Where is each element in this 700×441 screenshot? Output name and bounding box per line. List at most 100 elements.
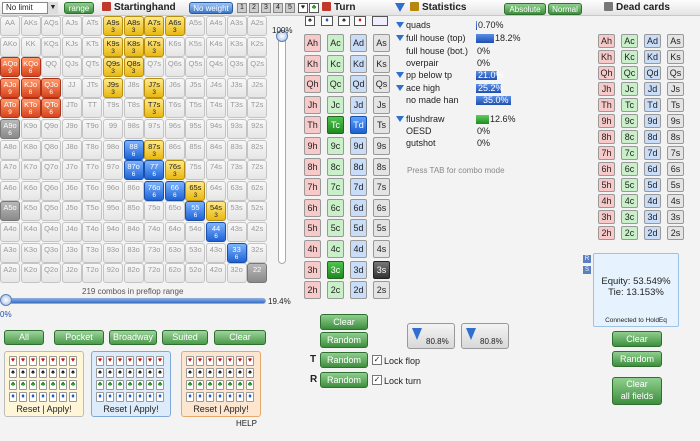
hand-cell[interactable]: KQo 6: [20, 57, 41, 78]
hand-cell[interactable]: K7s 3: [144, 36, 165, 57]
stat-row[interactable]: ace high 25.2%: [396, 83, 592, 94]
hand-cell[interactable]: K4o: [20, 222, 41, 242]
preset-panel-1[interactable]: Reset | Apply! ♥ ♥ ♥ ♥ ♥ ♥ ♥ ♠ ♠ ♠ ♠ ♠ ♠ ♠ ♣ ♣ ♣ ♣ ♣ ♣ ♣ ♦ ♦ ♦ ♦…: [4, 351, 84, 417]
hand-cell[interactable]: 66 6: [164, 180, 185, 201]
hand-cell[interactable]: 42o: [206, 263, 226, 284]
hand-cell[interactable]: K9s 3: [103, 36, 123, 57]
hand-cell[interactable]: 55 6: [185, 201, 206, 222]
hand-cell[interactable]: A7s 3: [144, 16, 165, 36]
preset-suit-icon[interactable]: ♦: [19, 392, 27, 402]
spade-suit-icon[interactable]: ♠: [305, 16, 315, 26]
filter-icon[interactable]: [396, 22, 404, 28]
filter-b-button[interactable]: 80.8%: [461, 323, 509, 349]
preset-suit-icon[interactable]: ♠: [39, 368, 47, 378]
preset-suit-icon[interactable]: ♦: [216, 392, 224, 402]
hand-cell[interactable]: 73o: [144, 242, 165, 263]
preset-suit-icon[interactable]: ♣: [116, 380, 124, 390]
turn-card-8h[interactable]: 8h: [304, 157, 321, 176]
hand-cell[interactable]: Q7s: [144, 57, 165, 78]
hand-cell[interactable]: Q5o: [41, 201, 62, 222]
hand-cell[interactable]: 42s: [247, 222, 268, 242]
tab-5[interactable]: 5: [285, 3, 295, 13]
turn-card-3s[interactable]: 3s: [373, 260, 390, 279]
stat-row[interactable]: flushdraw 12.6%: [396, 114, 592, 125]
dead-card-5c[interactable]: 5c: [621, 178, 638, 192]
hand-cell[interactable]: 52s: [247, 201, 268, 222]
preset-suit-icon[interactable]: ♠: [96, 368, 104, 378]
preset-suit-icon[interactable]: ♠: [69, 368, 77, 378]
preset-suit-icon[interactable]: ♣: [216, 380, 224, 390]
stat-row[interactable]: pp below tp 21.0%: [396, 70, 592, 81]
hand-cell[interactable]: 96o: [103, 180, 123, 201]
hand-cell[interactable]: K2o: [20, 263, 41, 284]
dead-card-5h[interactable]: 5h: [598, 178, 615, 192]
hand-cell[interactable]: J9o: [61, 119, 82, 139]
hand-cell[interactable]: 32s: [247, 242, 268, 263]
hand-cell[interactable]: T3o: [82, 242, 103, 263]
preset-suit-icon[interactable]: ♦: [59, 392, 67, 402]
hand-cell[interactable]: QJo 6: [41, 77, 62, 98]
hand-cell[interactable]: AJs: [61, 16, 82, 36]
hand-cell[interactable]: J6o: [61, 180, 82, 201]
turn-card-2s[interactable]: 2s: [373, 281, 390, 300]
hand-cell[interactable]: J6s: [164, 77, 185, 98]
dead-card-Ah[interactable]: Ah: [598, 34, 615, 48]
hand-cell[interactable]: J4s: [206, 77, 226, 98]
preset-suit-icon[interactable]: ♣: [39, 380, 47, 390]
hand-cell[interactable]: K2s: [247, 36, 268, 57]
turn-card-5s[interactable]: 5s: [373, 219, 390, 238]
hand-cell[interactable]: 82o: [123, 263, 144, 284]
stat-row[interactable]: full house (top) 18.2%: [396, 33, 592, 44]
hand-cell[interactable]: 65s 3: [185, 180, 206, 201]
preset-suit-icon[interactable]: ♥: [9, 356, 17, 366]
hand-cell[interactable]: AKo: [0, 36, 20, 57]
hand-cell[interactable]: KJo 6: [20, 77, 41, 98]
dead-card-Kc[interactable]: Kc: [621, 50, 638, 64]
hand-cell[interactable]: J5o: [61, 201, 82, 222]
hand-cell[interactable]: 74o: [144, 222, 165, 242]
hand-cell[interactable]: K4s: [206, 36, 226, 57]
dead-card-3d[interactable]: 3d: [644, 210, 661, 224]
dead-card-8d[interactable]: 8d: [644, 130, 661, 144]
preset-suit-icon[interactable]: ♦: [146, 392, 154, 402]
preset-suit-icon[interactable]: ♥: [29, 356, 37, 366]
preset-suit-icon[interactable]: ♦: [116, 392, 124, 402]
preset-suit-icon[interactable]: ♥: [226, 356, 234, 366]
preset-suit-icon[interactable]: ♠: [196, 368, 204, 378]
turn-card-4s[interactable]: 4s: [373, 240, 390, 258]
hand-cell[interactable]: T2s: [247, 98, 268, 119]
turn-card-6d[interactable]: 6d: [350, 198, 367, 217]
turn-card-3c[interactable]: 3c: [327, 260, 344, 279]
random-turn-button[interactable]: Random: [320, 372, 368, 388]
turn-card-7s[interactable]: 7s: [373, 178, 390, 197]
preset-reset-button[interactable]: Reset: [16, 404, 40, 414]
hand-cell[interactable]: K6o: [20, 180, 41, 201]
hand-cell[interactable]: J3s: [226, 77, 247, 98]
tab-1[interactable]: 1: [237, 3, 247, 13]
hand-cell[interactable]: 62o: [164, 263, 185, 284]
preset-suit-icon[interactable]: ♥: [146, 356, 154, 366]
preset-suit-icon[interactable]: ♥: [39, 356, 47, 366]
stat-row[interactable]: quads 0.70%: [396, 20, 592, 31]
hand-cell[interactable]: 84o: [123, 222, 144, 242]
preset-suit-icon[interactable]: ♥: [116, 356, 124, 366]
hand-cell[interactable]: K8o: [20, 139, 41, 160]
dead-card-7c[interactable]: 7c: [621, 146, 638, 160]
dead-card-7h[interactable]: 7h: [598, 146, 615, 160]
side-tab-s[interactable]: S: [583, 266, 591, 274]
filter-a-button[interactable]: 80.8%: [407, 323, 455, 349]
dead-card-4s[interactable]: 4s: [667, 194, 684, 208]
hand-cell[interactable]: A9o 6: [0, 119, 20, 139]
filter-icon[interactable]: [396, 72, 404, 78]
hand-cell[interactable]: 53s: [226, 201, 247, 222]
preset-apply-button[interactable]: Apply!: [47, 404, 72, 414]
preset-suit-icon[interactable]: ♦: [136, 392, 144, 402]
preset-suit-icon[interactable]: ♣: [69, 380, 77, 390]
preset-suit-icon[interactable]: ♠: [19, 368, 27, 378]
hand-cell[interactable]: Q8s 3: [123, 57, 144, 78]
hand-cell[interactable]: K3s: [226, 36, 247, 57]
preset-suit-icon[interactable]: ♥: [186, 356, 194, 366]
dead-card-Ac[interactable]: Ac: [621, 34, 638, 48]
preset-suit-icon[interactable]: ♦: [29, 392, 37, 402]
preset-suit-icon[interactable]: ♦: [39, 392, 47, 402]
